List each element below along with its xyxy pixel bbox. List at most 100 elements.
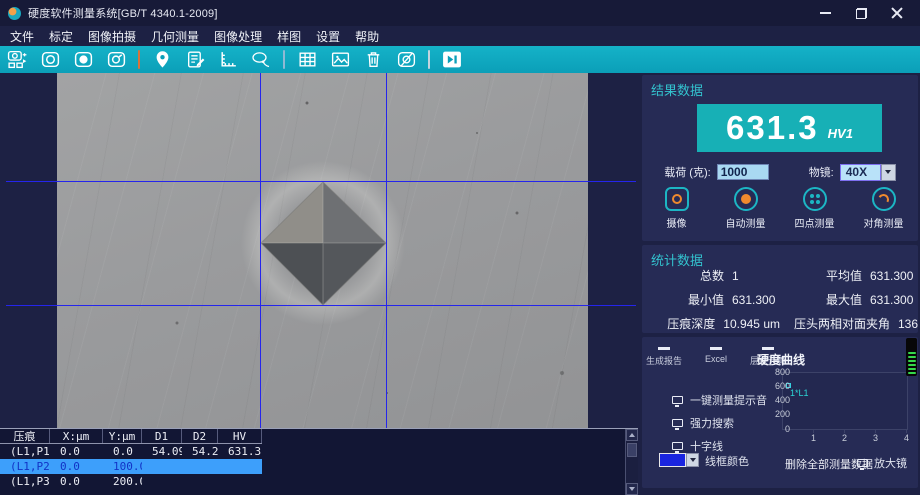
x-tick: 3 xyxy=(873,433,878,443)
menu-geometry-measure[interactable]: 几何测量 xyxy=(151,28,199,45)
min-value: 631.300 xyxy=(732,293,775,307)
toggle-crosshair[interactable]: 十字线 xyxy=(672,438,723,454)
scroll-up-button[interactable] xyxy=(626,429,638,441)
app-window: 硬度软件测量系统[GB/T 4340.1-2009] 文件 标定 图像拍摄 几何… xyxy=(0,0,920,495)
hardness-curve-plot: 1*L1 xyxy=(782,372,908,430)
depth-value: 10.945 um xyxy=(723,317,780,331)
crosshair-horizontal-line xyxy=(6,305,636,306)
camera-capture-icon[interactable] xyxy=(39,49,61,71)
toggle-strong-search[interactable]: 强力搜索 xyxy=(672,415,734,431)
close-button[interactable] xyxy=(882,3,912,23)
diagonal-measure-button[interactable]: 对角测量 xyxy=(853,187,915,230)
col-header-y: Y:μm xyxy=(103,429,142,443)
image-gallery-icon[interactable] xyxy=(329,49,351,71)
hardness-value-display: 631.3 HV1 xyxy=(697,104,882,152)
cell-y: 0.0 xyxy=(103,445,142,458)
objective-value: 40X xyxy=(840,164,881,181)
auto-measure-label: 自动测量 xyxy=(726,215,766,230)
hardness-value: 631.3 xyxy=(726,109,819,147)
objective-dropdown-button[interactable] xyxy=(881,164,896,181)
restore-button[interactable] xyxy=(846,3,876,23)
chevron-down-icon xyxy=(885,170,891,174)
table-scrollbar[interactable] xyxy=(625,429,638,495)
max-label: 最大值 xyxy=(780,291,862,308)
toolbar-separator xyxy=(283,50,285,69)
camera-off-icon[interactable] xyxy=(395,49,417,71)
generate-report-button[interactable]: 生成报告 xyxy=(646,347,682,367)
magnifier-label: 放大镜 xyxy=(874,455,907,471)
camera-record-icon[interactable] xyxy=(72,49,94,71)
four-point-measure-button[interactable]: 四点测量 xyxy=(784,187,846,230)
angle-value: 136 xyxy=(898,317,918,331)
menu-image-capture[interactable]: 图像拍摄 xyxy=(88,28,136,45)
diagonal-arc-icon xyxy=(872,187,896,211)
minimize-button[interactable] xyxy=(810,3,840,23)
app-icon xyxy=(8,7,21,20)
camera-settings-icon[interactable] xyxy=(105,49,127,71)
menu-help[interactable]: 帮助 xyxy=(355,28,379,45)
camera-connect-icon[interactable] xyxy=(6,49,28,71)
report-edit-icon[interactable] xyxy=(184,49,206,71)
line-color-dropdown-button[interactable] xyxy=(686,453,699,467)
depth-label: 压痕深度 xyxy=(642,315,715,332)
toggle-beep-sound[interactable]: 一键测量提示音 xyxy=(672,392,767,408)
col-header-indent: 压痕 xyxy=(0,429,50,443)
trash-icon[interactable] xyxy=(362,49,384,71)
total-label: 总数 xyxy=(642,267,724,284)
scroll-down-button[interactable] xyxy=(626,483,638,495)
menu-settings[interactable]: 设置 xyxy=(316,28,340,45)
cell-indent: (L1,P3) xyxy=(0,475,50,488)
cell-indent: (L1,P2) xyxy=(0,460,50,473)
monitor-icon xyxy=(672,419,683,427)
line-color-select[interactable] xyxy=(659,453,699,467)
level-indicator xyxy=(906,338,917,376)
crosshair-horizontal-line xyxy=(6,181,636,182)
four-point-label: 四点测量 xyxy=(795,215,835,230)
menu-image-process[interactable]: 图像处理 xyxy=(214,28,262,45)
col-header-d2: D2 xyxy=(182,429,218,443)
avg-label: 平均值 xyxy=(780,267,862,284)
lasso-select-icon[interactable] xyxy=(250,49,272,71)
y-tick: 400 xyxy=(756,395,790,405)
close-icon xyxy=(891,7,903,19)
image-viewport[interactable] xyxy=(0,73,638,428)
arrow-up-icon xyxy=(629,433,635,437)
data-grid-icon[interactable] xyxy=(296,49,318,71)
y-tick: 600 xyxy=(756,381,790,391)
auto-measure-button[interactable]: 自动测量 xyxy=(715,187,777,230)
objective-select[interactable]: 40X xyxy=(840,164,896,181)
chart-title: 硬度曲线 xyxy=(757,351,805,368)
x-tick: 2 xyxy=(842,433,847,443)
avg-value: 631.300 xyxy=(870,269,913,283)
four-point-icon xyxy=(803,187,827,211)
menu-file[interactable]: 文件 xyxy=(10,28,34,45)
ruler-icon[interactable] xyxy=(217,49,239,71)
magnifier-toggle[interactable]: 放大镜 xyxy=(857,455,907,471)
marker-pin-icon[interactable] xyxy=(151,49,173,71)
hardness-unit: HV1 xyxy=(828,126,853,141)
statistics-card: 统计数据 总数1 平均值631.300 最小值631.300 最大值631.30… xyxy=(642,245,918,333)
auto-measure-dot-icon xyxy=(734,187,758,211)
monitor-icon xyxy=(672,442,683,450)
capture-label: 摄像 xyxy=(667,215,687,230)
menu-calibration[interactable]: 标定 xyxy=(49,28,73,45)
capture-button[interactable]: 摄像 xyxy=(646,187,708,230)
cell-y: 200.0 xyxy=(103,475,142,488)
y-tick: 0 xyxy=(756,424,790,434)
scrollbar-thumb[interactable] xyxy=(627,443,637,457)
menu-bar: 文件 标定 图像拍摄 几何测量 图像处理 样图 设置 帮助 xyxy=(0,26,920,46)
col-header-hv: HV xyxy=(218,429,262,443)
table-row[interactable]: (L1,P1) 0.0 0.0 54.09 54.27 631.3 xyxy=(0,444,262,459)
min-label: 最小值 xyxy=(642,291,724,308)
diagonal-label: 对角测量 xyxy=(864,215,904,230)
y-tick: 200 xyxy=(756,409,790,419)
cell-indent: (L1,P1) xyxy=(0,445,50,458)
step-run-icon[interactable] xyxy=(441,49,463,71)
crosshair-vertical-line xyxy=(260,73,261,428)
table-row[interactable]: (L1,P3) 0.0 200.0 xyxy=(0,474,262,489)
load-input[interactable] xyxy=(717,164,769,180)
excel-export-button[interactable]: Excel xyxy=(699,347,733,367)
menu-sample[interactable]: 样图 xyxy=(277,28,301,45)
magnifier-icon xyxy=(857,459,868,467)
table-row-selected[interactable]: (L1,P2) 0.0 100.0 xyxy=(0,459,262,474)
